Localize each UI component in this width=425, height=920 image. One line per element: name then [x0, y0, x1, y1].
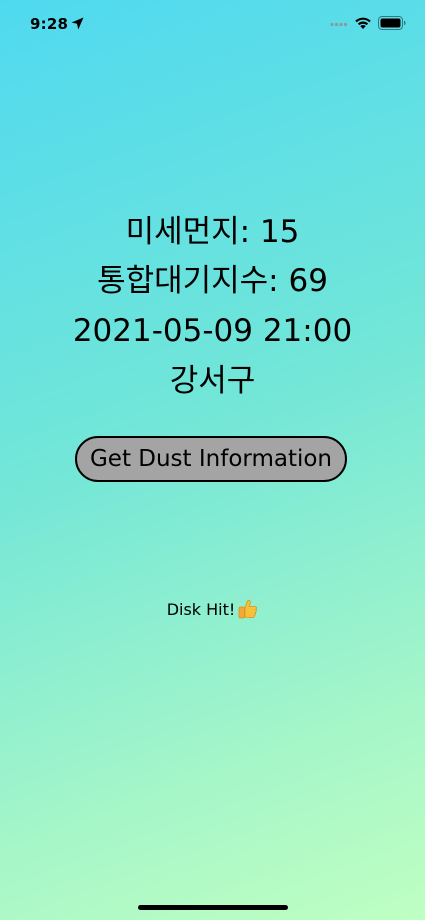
status-time: 9:28 — [30, 15, 69, 33]
battery-icon — [378, 16, 406, 30]
cache-status: Disk Hit! — [0, 598, 425, 622]
cache-status-label: Disk Hit! — [166, 600, 236, 619]
air-quality-index-label: 통합대기지수: 69 — [97, 263, 328, 299]
wifi-icon — [355, 17, 371, 29]
status-bar: 9:28 — [0, 0, 425, 52]
get-dust-information-label: Get Dust Information — [89, 446, 333, 472]
district-label: 강서구 — [169, 363, 256, 399]
thumbs-up-icon — [238, 599, 258, 619]
get-dust-information-button[interactable]: Get Dust Information — [75, 436, 347, 482]
fine-dust-label: 미세먼지: 15 — [125, 214, 300, 250]
location-arrow-icon — [71, 17, 84, 30]
home-indicator[interactable] — [138, 905, 288, 910]
signal-icon — [330, 22, 348, 27]
measurement-datetime-label: 2021-05-09 21:00 — [72, 313, 353, 349]
app-screen: 9:28 미세먼지: 15 통합대기지수: 69 2021-05-09 21:0… — [0, 0, 425, 920]
